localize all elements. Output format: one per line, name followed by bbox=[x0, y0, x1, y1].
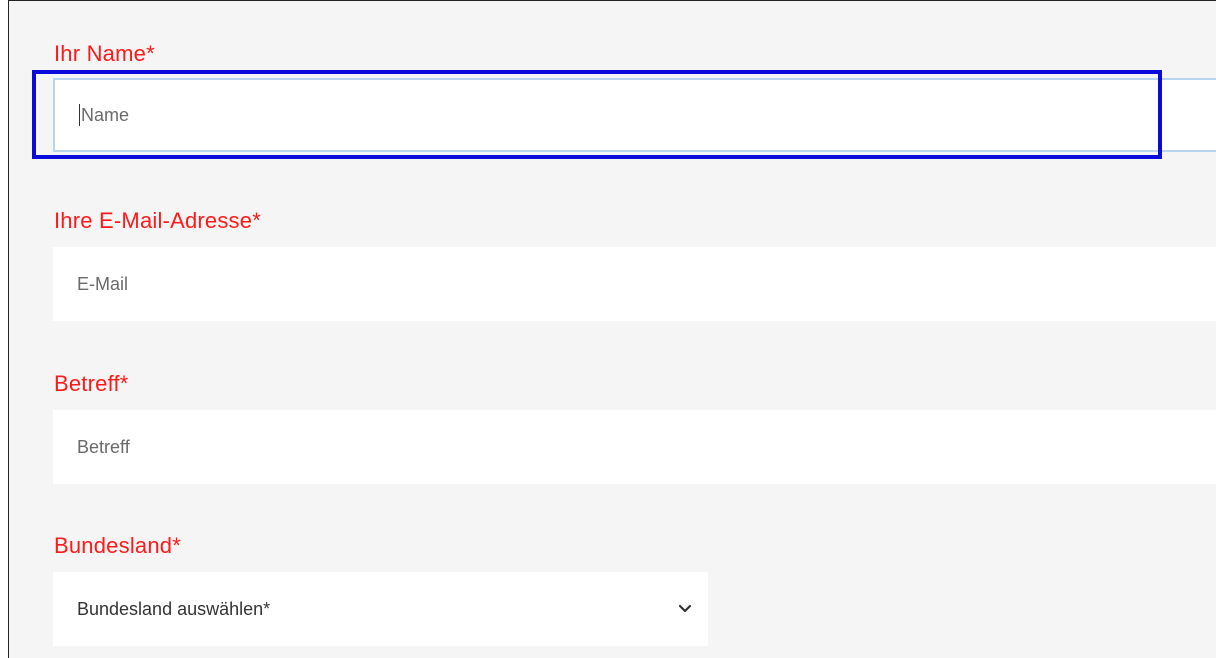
state-label: Bundesland* bbox=[54, 533, 181, 558]
text-caret bbox=[79, 104, 80, 126]
state-select-value: Bundesland auswählen* bbox=[77, 598, 271, 619]
subject-label: Betreff* bbox=[54, 371, 129, 396]
name-label: Ihr Name* bbox=[54, 41, 155, 66]
email-label: Ihre E-Mail-Adresse* bbox=[54, 208, 261, 233]
contact-form: Ihr Name* Name Ihre E-Mail-Adresse* E-Ma… bbox=[8, 0, 1216, 658]
state-select[interactable]: Bundesland auswählen* bbox=[53, 572, 708, 646]
name-input[interactable]: Name bbox=[53, 78, 1216, 152]
email-input[interactable]: E-Mail bbox=[53, 247, 1216, 321]
subject-input[interactable]: Betreff bbox=[53, 410, 1216, 484]
email-placeholder: E-Mail bbox=[77, 273, 129, 294]
chevron-down-icon bbox=[678, 604, 692, 613]
name-placeholder: Name bbox=[81, 104, 130, 125]
subject-placeholder: Betreff bbox=[77, 436, 130, 457]
